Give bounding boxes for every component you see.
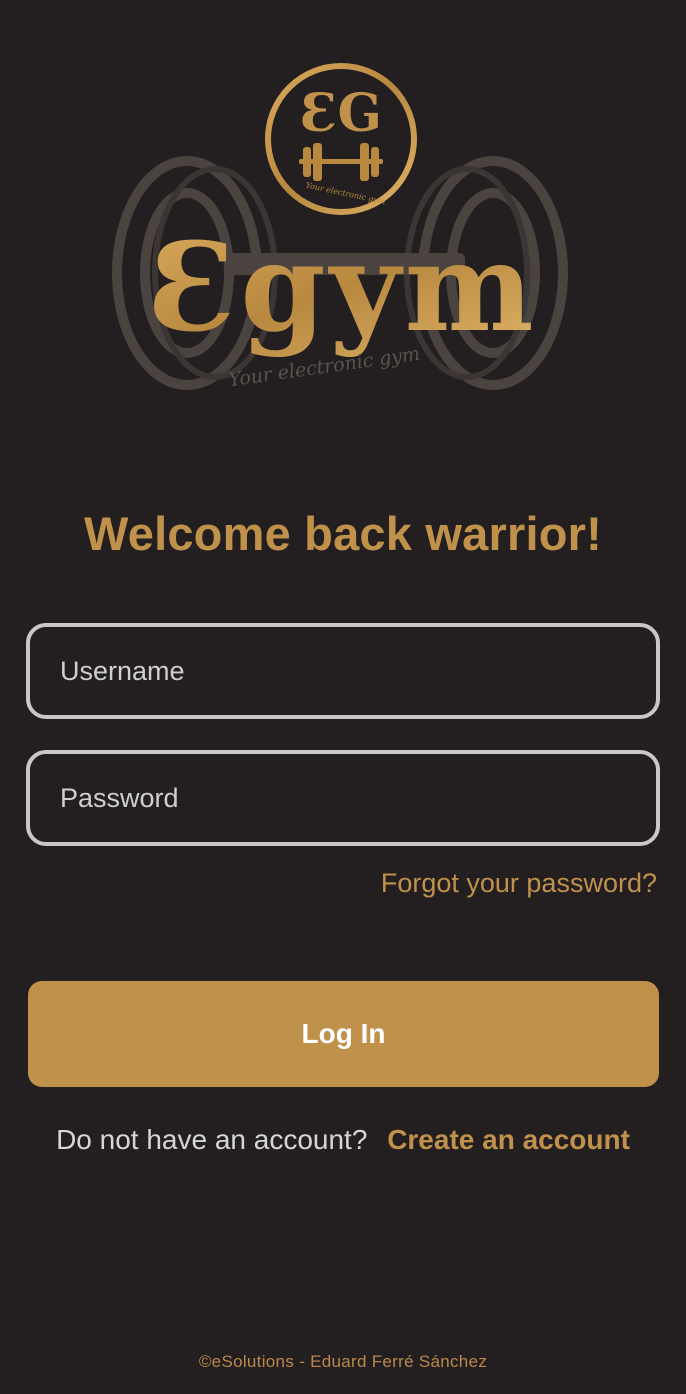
wordmark: Ɛgym xyxy=(148,215,537,359)
username-input[interactable] xyxy=(58,654,656,688)
forgot-password-link[interactable]: Forgot your password? xyxy=(381,868,657,899)
signup-prompt: Do not have an account? xyxy=(56,1124,368,1155)
password-field[interactable] xyxy=(26,750,660,846)
login-button[interactable]: Log In xyxy=(28,981,659,1087)
welcome-title: Welcome back warrior! xyxy=(84,507,602,560)
egym-logo: ƐG Your electronic gym Ɛgym Your electro… xyxy=(112,63,568,391)
create-account-link[interactable]: Create an account xyxy=(387,1124,630,1155)
footer-copyright: ©eSolutions - Eduard Ferré Sánchez xyxy=(198,1352,488,1371)
signup-row: Do not have an account? Create an accoun… xyxy=(0,1124,686,1156)
emblem-badge: ƐG Your electronic gym xyxy=(265,63,417,215)
username-field[interactable] xyxy=(26,623,660,719)
emblem-monogram: ƐG xyxy=(300,83,382,144)
password-input[interactable] xyxy=(58,781,656,815)
